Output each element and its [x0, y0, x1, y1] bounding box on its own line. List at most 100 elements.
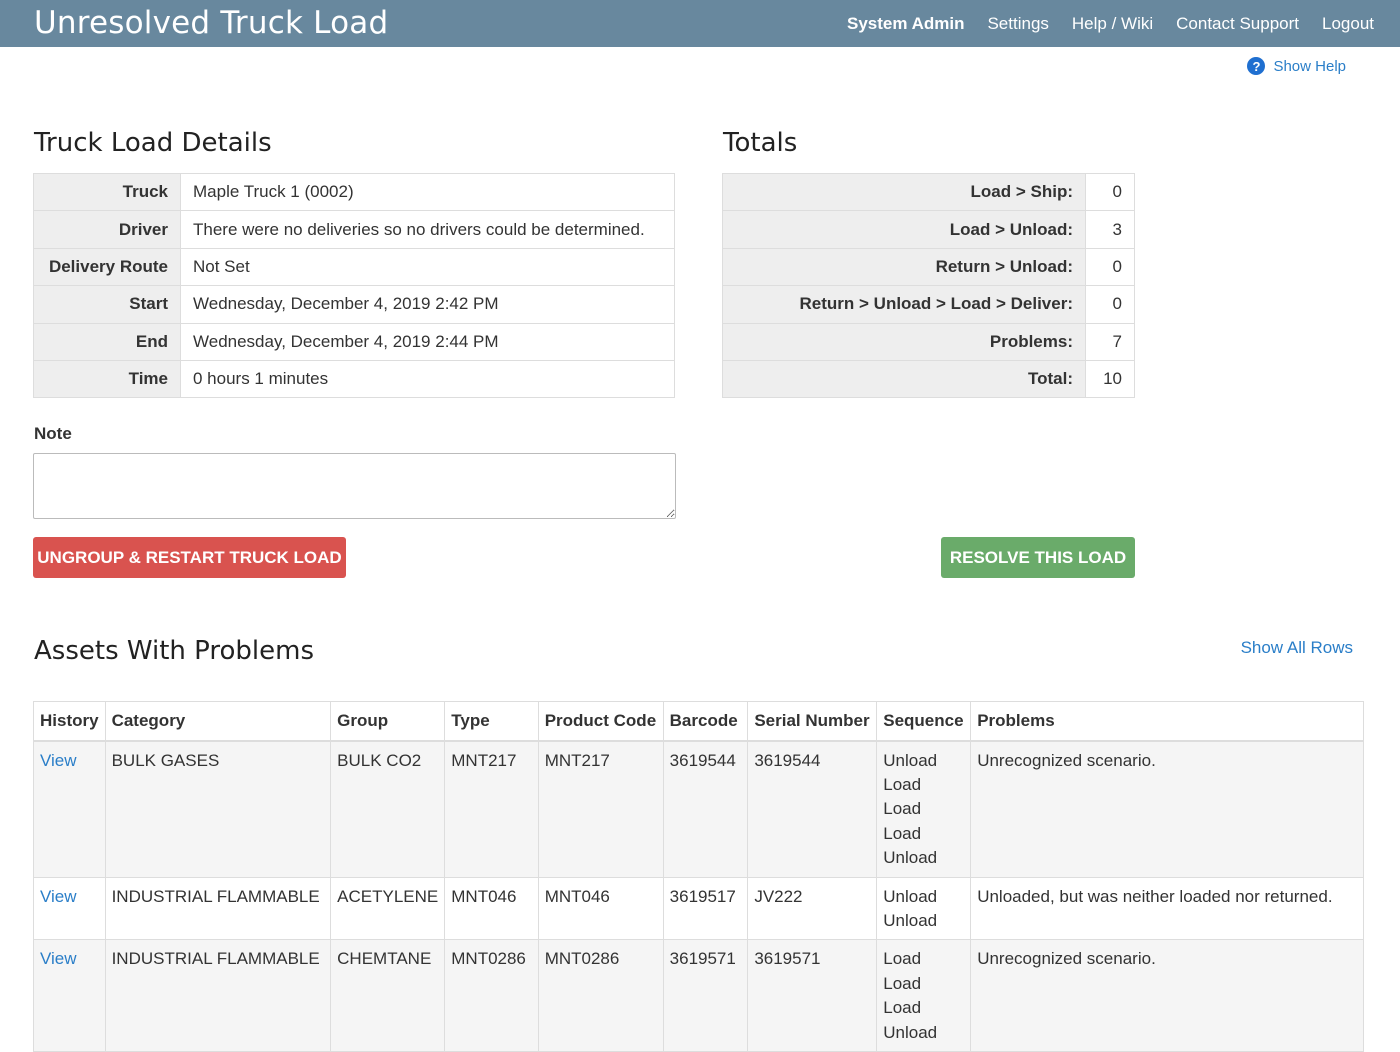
cell-problems: Unloaded, but was neither loaded nor ret…	[970, 876, 1364, 941]
totals-label: Load > Ship:	[722, 172, 1086, 212]
detail-row: Time 0 hours 1 minutes	[33, 359, 675, 399]
totals-value: 0	[1085, 172, 1135, 212]
nav-system-admin[interactable]: System Admin	[847, 14, 964, 34]
detail-label: Truck	[33, 172, 181, 212]
detail-value: Maple Truck 1 (0002)	[180, 172, 675, 212]
detail-row: Truck Maple Truck 1 (0002)	[33, 172, 675, 212]
sequence-step: Load	[883, 823, 922, 843]
cell-problems: Unrecognized scenario.	[970, 740, 1364, 878]
column-header: Sequence	[876, 701, 972, 742]
detail-label: Time	[33, 359, 181, 399]
totals-row: Load > Ship: 0	[722, 172, 1135, 212]
detail-label: Driver	[33, 210, 181, 249]
page-title: Unresolved Truck Load	[34, 5, 389, 41]
cell-group: ACETYLENE	[330, 876, 446, 941]
column-header: Serial Number	[747, 701, 878, 742]
show-help-label: Show Help	[1273, 57, 1346, 75]
question-circle-icon: ?	[1247, 57, 1266, 75]
totals-heading: Totals	[723, 128, 798, 158]
truck-load-details-table: Truck Maple Truck 1 (0002) Driver There wer…	[33, 172, 675, 399]
sequence-step: Unload	[883, 848, 938, 868]
cell-serial: 3619544	[747, 740, 878, 878]
detail-value: 0 hours 1 minutes	[180, 359, 675, 399]
table-row: View BULK GASES BULK CO2 MNT217 MNT217 361954…	[33, 740, 1364, 878]
column-header: Problems	[970, 701, 1364, 742]
nav-contact-support[interactable]: Contact Support	[1176, 14, 1299, 34]
totals-value: 0	[1085, 285, 1135, 324]
sequence-step: Unload	[883, 910, 938, 930]
table-row: View INDUSTRIAL FLAMMABLE ACETYLENE MNT046 M…	[33, 876, 1364, 941]
totals-value: 10	[1085, 359, 1135, 399]
cell-product-code: MNT217	[537, 740, 664, 878]
cell-product-code: MNT0286	[537, 939, 664, 1052]
totals-label: Total:	[722, 359, 1086, 399]
cell-history: View	[33, 939, 106, 1052]
cell-problems: Unrecognized scenario.	[970, 939, 1364, 1052]
ungroup-restart-button[interactable]: UNGROUP & RESTART TRUCK LOAD	[33, 537, 346, 578]
show-help-link[interactable]: ? Show Help	[1247, 57, 1346, 75]
totals-label: Return > Unload > Load > Deliver:	[722, 285, 1086, 324]
totals-label: Return > Unload:	[722, 247, 1086, 287]
totals-row: Total: 10	[722, 359, 1135, 399]
cell-sequence: Load Load Load Unload	[876, 939, 972, 1052]
detail-label: Delivery Route	[33, 247, 181, 287]
resolve-load-button[interactable]: RESOLVE THIS LOAD	[941, 537, 1135, 578]
sequence-step: Unload	[883, 886, 938, 906]
cell-type: MNT0286	[444, 939, 539, 1052]
totals-label: Problems:	[722, 322, 1086, 361]
detail-label: Start	[33, 285, 181, 324]
cell-barcode: 3619517	[662, 876, 749, 941]
cell-barcode: 3619571	[662, 939, 749, 1052]
cell-history: View	[33, 876, 106, 941]
cell-category: INDUSTRIAL FLAMMABLE	[104, 876, 332, 941]
cell-serial: 3619571	[747, 939, 878, 1052]
cell-group: CHEMTANE	[330, 939, 446, 1052]
totals-row: Problems: 7	[722, 322, 1135, 361]
sequence-step: Unload	[883, 750, 938, 770]
totals-table: Load > Ship: 0 Load > Unload: 3 Return > Unl…	[722, 172, 1135, 399]
assets-with-problems-heading: Assets With Problems	[34, 636, 315, 666]
detail-row: Delivery Route Not Set	[33, 247, 675, 287]
column-header: Group	[330, 701, 446, 742]
totals-value: 0	[1085, 247, 1135, 287]
sequence-step: Load	[883, 799, 922, 819]
nav-logout[interactable]: Logout	[1322, 14, 1374, 34]
detail-label: End	[33, 322, 181, 361]
cell-product-code: MNT046	[537, 876, 664, 941]
column-header: Barcode	[662, 701, 749, 742]
cell-type: MNT217	[444, 740, 539, 878]
view-history-link[interactable]: View	[40, 751, 77, 770]
cell-category: BULK GASES	[104, 740, 332, 878]
assets-table: History Category Group Type Product Code Barc…	[33, 701, 1364, 1052]
detail-value: There were no deliveries so no drivers c…	[180, 210, 675, 249]
sequence-step: Load	[883, 973, 922, 993]
column-header: Type	[444, 701, 539, 742]
note-textarea[interactable]	[33, 453, 676, 519]
detail-row: Driver There were no deliveries so no dri…	[33, 210, 675, 249]
totals-row: Load > Unload: 3	[722, 210, 1135, 249]
view-history-link[interactable]: View	[40, 887, 77, 906]
detail-value: Wednesday, December 4, 2019 2:42 PM	[180, 285, 675, 324]
totals-row: Return > Unload: 0	[722, 247, 1135, 287]
top-nav: System Admin Settings Help / Wiki Contac…	[824, 0, 1374, 47]
detail-row: End Wednesday, December 4, 2019 2:44 PM	[33, 322, 675, 361]
view-history-link[interactable]: View	[40, 949, 77, 968]
sequence-step: Load	[883, 774, 922, 794]
totals-value: 7	[1085, 322, 1135, 361]
cell-category: INDUSTRIAL FLAMMABLE	[104, 939, 332, 1052]
totals-row: Return > Unload > Load > Deliver: 0	[722, 285, 1135, 324]
totals-value: 3	[1085, 210, 1135, 249]
totals-label: Load > Unload:	[722, 210, 1086, 249]
detail-value: Not Set	[180, 247, 675, 287]
cell-barcode: 3619544	[662, 740, 749, 878]
cell-group: BULK CO2	[330, 740, 446, 878]
cell-sequence: Unload Load Load Load Unload	[876, 740, 972, 878]
sequence-step: Load	[883, 949, 922, 969]
cell-sequence: Unload Unload	[876, 876, 972, 941]
nav-help-wiki[interactable]: Help / Wiki	[1072, 14, 1153, 34]
column-header: History	[33, 701, 106, 742]
nav-settings[interactable]: Settings	[987, 14, 1048, 34]
table-row: View INDUSTRIAL FLAMMABLE CHEMTANE MNT0286 M…	[33, 939, 1364, 1052]
show-all-rows-link[interactable]: Show All Rows	[1241, 638, 1353, 658]
sequence-step: Load	[883, 998, 922, 1018]
